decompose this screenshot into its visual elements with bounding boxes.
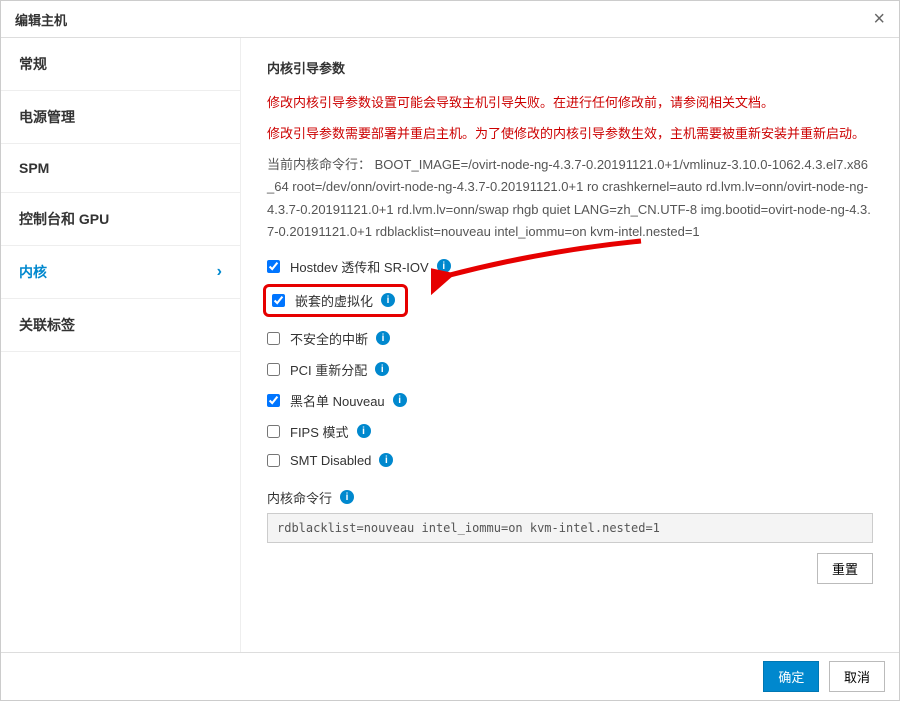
option-label: 嵌套的虚拟化 [295,291,373,310]
option-label: SMT Disabled [290,453,371,468]
checkbox-unsafe-int[interactable] [267,332,280,345]
modal-title: 编辑主机 [15,10,67,29]
checkbox-hostdev[interactable] [267,260,280,273]
sidebar-label: 控制台和 GPU [19,211,109,227]
info-icon[interactable]: i [381,293,395,307]
sidebar-item-kernel[interactable]: 内核 › [1,246,240,299]
modal-header: 编辑主机 × [1,1,899,38]
option-unsafe-int: 不安全的中断 i [267,323,873,354]
checkbox-pci-realloc[interactable] [267,363,280,376]
option-label: Hostdev 透传和 SR-IOV [290,257,429,276]
sidebar-item-power[interactable]: 电源管理 [1,91,240,144]
reset-row: 重置 [267,553,873,584]
close-icon[interactable]: × [873,9,885,29]
cmdline-label: 内核命令行 [267,488,332,507]
sidebar-label: 关联标签 [19,317,75,333]
info-icon[interactable]: i [376,331,390,345]
checkbox-fips[interactable] [267,425,280,438]
current-kernel-label: 当前内核命令行： [267,157,371,172]
option-fips: FIPS 模式 i [267,416,873,447]
info-icon[interactable]: i [340,490,354,504]
checkbox-blacklist-nouveau[interactable] [267,394,280,407]
option-smt-disabled: SMT Disabled i [267,447,873,474]
highlight-nested: 嵌套的虚拟化 i [263,284,408,317]
info-icon[interactable]: i [375,362,389,376]
sidebar: 常规 电源管理 SPM 控制台和 GPU 内核 › 关联标签 [1,38,241,652]
current-kernel-cmdline: 当前内核命令行： BOOT_IMAGE=/ovirt-node-ng-4.3.7… [267,154,873,242]
sidebar-label: SPM [19,160,49,176]
content-pane: 内核引导参数 修改内核引导参数设置可能会导致主机引导失败。在进行任何修改前，请参… [241,38,899,652]
option-pci-realloc: PCI 重新分配 i [267,354,873,385]
reset-button[interactable]: 重置 [817,553,873,584]
ok-button[interactable]: 确定 [763,661,819,692]
sidebar-item-spm[interactable]: SPM [1,144,240,193]
info-icon[interactable]: i [379,453,393,467]
option-label: 黑名单 Nouveau [290,391,385,410]
warning-text-2: 修改引导参数需要部署并重启主机。为了使修改的内核引导参数生效，主机需要被重新安装… [267,122,873,147]
sidebar-label: 常规 [19,56,47,72]
cmdline-label-row: 内核命令行 i [267,488,873,507]
warning-text-1: 修改内核引导参数设置可能会导致主机引导失败。在进行任何修改前，请参阅相关文档。 [267,91,873,116]
modal-footer: 确定 取消 [1,652,899,700]
checkbox-nested[interactable] [272,294,285,307]
option-hostdev: Hostdev 透传和 SR-IOV i [267,251,873,282]
section-title: 内核引导参数 [267,58,873,77]
sidebar-label: 电源管理 [19,109,75,125]
option-blacklist-nouveau: 黑名单 Nouveau i [267,385,873,416]
modal-body: 常规 电源管理 SPM 控制台和 GPU 内核 › 关联标签 内核引导参数 修改… [1,38,899,652]
option-label: PCI 重新分配 [290,360,367,379]
info-icon[interactable]: i [357,424,371,438]
cmdline-input[interactable] [267,513,873,543]
checkbox-smt-disabled[interactable] [267,454,280,467]
option-label: FIPS 模式 [290,422,349,441]
sidebar-item-general[interactable]: 常规 [1,38,240,91]
chevron-right-icon: › [217,263,222,281]
cancel-button[interactable]: 取消 [829,661,885,692]
option-label: 不安全的中断 [290,329,368,348]
sidebar-item-console-gpu[interactable]: 控制台和 GPU [1,193,240,246]
info-icon[interactable]: i [437,259,451,273]
edit-host-modal: 编辑主机 × 常规 电源管理 SPM 控制台和 GPU 内核 › 关联标签 内核… [0,0,900,701]
sidebar-label: 内核 [19,262,47,282]
info-icon[interactable]: i [393,393,407,407]
sidebar-item-affinity[interactable]: 关联标签 [1,299,240,352]
option-nested: 嵌套的虚拟化 i [268,291,399,310]
